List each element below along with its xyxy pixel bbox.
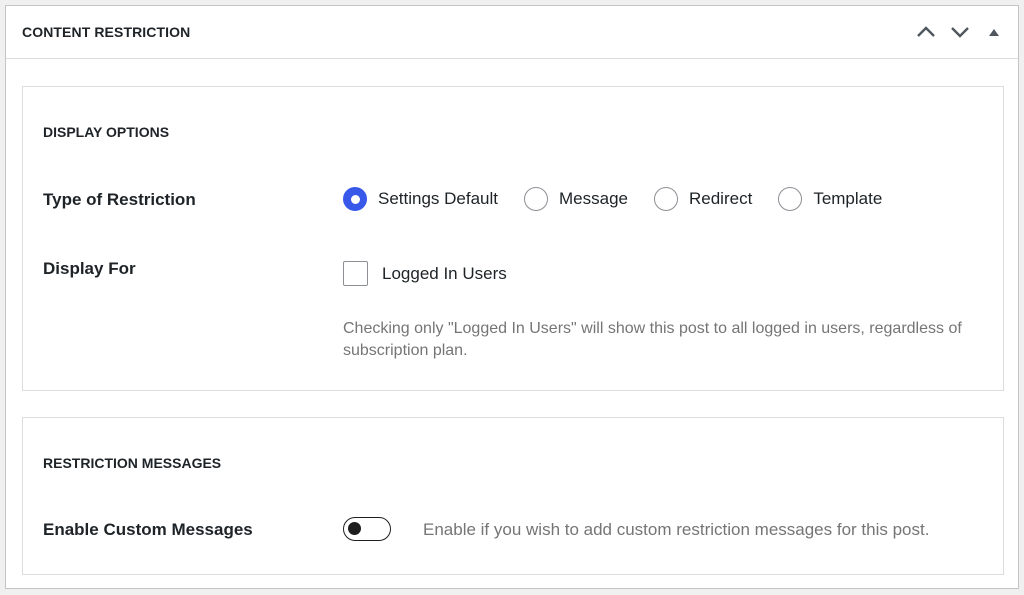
triangle-up-icon xyxy=(989,29,999,36)
content-restriction-metabox: CONTENT RESTRICTION DISPLAY OPTIONS Type… xyxy=(5,5,1019,589)
enable-custom-messages-help: Enable if you wish to add custom restric… xyxy=(423,520,930,539)
move-down-button[interactable] xyxy=(946,18,974,46)
radio-settings-default[interactable]: Settings Default xyxy=(343,187,498,211)
logged-in-users-label[interactable]: Logged In Users xyxy=(382,264,507,284)
restriction-type-radio-group: Settings Default Message Redirect Templa… xyxy=(343,187,908,211)
radio-button[interactable] xyxy=(524,187,549,211)
radio-button[interactable] xyxy=(654,187,678,211)
radio-redirect[interactable]: Redirect xyxy=(654,187,752,211)
move-up-button[interactable] xyxy=(912,18,940,46)
radio-button[interactable] xyxy=(778,187,803,211)
toggle-panel-button[interactable] xyxy=(980,18,1008,46)
type-of-restriction-label: Type of Restriction xyxy=(43,190,196,209)
chevron-down-icon xyxy=(951,27,969,38)
enable-custom-messages-label: Enable Custom Messages xyxy=(43,520,253,539)
radio-label: Message xyxy=(559,189,628,208)
radio-template[interactable]: Template xyxy=(778,187,882,211)
radio-button[interactable] xyxy=(343,187,367,211)
logged-in-users-checkbox[interactable] xyxy=(343,261,368,286)
radio-label: Redirect xyxy=(689,189,753,208)
section-title-display-options: DISPLAY OPTIONS xyxy=(43,124,170,140)
display-options-section: DISPLAY OPTIONS Type of Restriction Sett… xyxy=(22,86,1004,391)
section-title-restriction-messages: RESTRICTION MESSAGES xyxy=(43,455,222,471)
display-for-label: Display For xyxy=(43,259,136,278)
radio-message[interactable]: Message xyxy=(524,187,628,211)
radio-label: Template xyxy=(813,189,883,208)
restriction-messages-section: RESTRICTION MESSAGES Enable Custom Messa… xyxy=(22,417,1004,575)
enable-custom-messages-toggle[interactable] xyxy=(343,517,391,541)
metabox-title: CONTENT RESTRICTION xyxy=(22,24,191,40)
display-for-help-text: Checking only "Logged In Users" will sho… xyxy=(343,320,962,359)
chevron-up-icon xyxy=(917,26,935,37)
radio-label: Settings Default xyxy=(378,189,499,208)
toggle-knob xyxy=(348,522,361,535)
metabox-header: CONTENT RESTRICTION xyxy=(6,6,1018,59)
handle-actions xyxy=(912,18,1008,46)
